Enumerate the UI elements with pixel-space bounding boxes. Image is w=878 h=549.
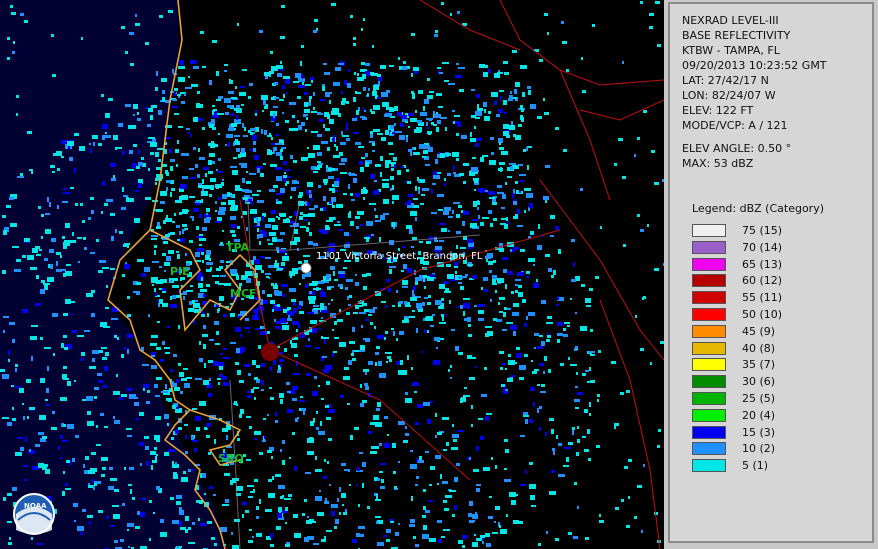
legend-label: 20 (4) — [742, 408, 776, 422]
elev-angle: ELEV ANGLE: 0.50 ° — [682, 142, 792, 155]
site-label-mcf: MCF — [230, 287, 257, 300]
legend-label: 10 (2) — [742, 442, 776, 456]
legend-swatch — [692, 392, 726, 405]
radar-map[interactable]: 1101 Victoria Street, Brandon, FL TPA PI… — [0, 0, 664, 549]
legend-swatch — [692, 341, 726, 355]
legend-swatch — [692, 459, 726, 473]
scan-datetime: 09/20/2013 10:23:52 GMT — [682, 59, 827, 72]
legend-label: 25 (5) — [742, 392, 776, 405]
legend-swatch — [692, 224, 726, 237]
legend-swatch — [692, 375, 726, 389]
site-label-srq: SRQ — [218, 452, 244, 465]
legend-label: 75 (15) — [742, 224, 783, 237]
station-lon: LON: 82/24/07 W — [682, 89, 776, 102]
product-type: BASE REFLECTIVITY — [682, 29, 791, 42]
legend-label: 40 (8) — [742, 341, 776, 355]
legend-title: Legend: dBZ (Category) — [692, 202, 824, 215]
site-label-pie: PIE — [170, 265, 190, 278]
legend-swatch — [692, 240, 726, 254]
max-dbz: MAX: 53 dBZ — [682, 157, 754, 170]
legend-swatch — [692, 442, 726, 456]
legend-label: 60 (12) — [742, 274, 783, 288]
station-name: KTBW - TAMPA, FL — [682, 44, 780, 57]
legend-swatch — [692, 425, 726, 439]
legend-label: 45 (9) — [742, 324, 776, 338]
legend-swatch — [692, 274, 726, 288]
legend-swatch — [692, 257, 726, 271]
mode-vcp: MODE/VCP: A / 121 — [682, 119, 788, 132]
legend-label: 50 (10) — [742, 308, 783, 321]
address-label: 1101 Victoria Street, Brandon, FL — [316, 251, 483, 262]
legend-swatch — [692, 408, 726, 422]
legend-label: 70 (14) — [742, 240, 783, 254]
noaa-logo-text: NOAA — [24, 502, 47, 510]
radar-map-canvas: 1101 Victoria Street, Brandon, FL TPA PI… — [0, 0, 664, 549]
product-name: NEXRAD LEVEL-III — [682, 14, 779, 27]
legend-label: 5 (1) — [742, 459, 769, 473]
legend-swatch — [692, 358, 726, 372]
station-lat: LAT: 27/42/17 N — [682, 74, 769, 87]
legend-swatch — [692, 291, 726, 305]
legend-label: 55 (11) — [742, 291, 783, 305]
legend-label: 35 (7) — [742, 358, 776, 372]
radar-site-marker — [261, 343, 279, 361]
legend-label: 65 (13) — [742, 257, 783, 271]
info-panel: NEXRAD LEVEL-III BASE REFLECTIVITY KTBW … — [668, 2, 874, 543]
legend-swatch — [692, 308, 726, 321]
legend-swatch — [692, 324, 726, 338]
station-elev: ELEV: 122 FT — [682, 104, 754, 117]
noaa-logo: NOAA — [13, 493, 55, 535]
legend-label: 30 (6) — [742, 375, 776, 389]
legend-label: 15 (3) — [742, 425, 776, 439]
site-label-tpa: TPA — [226, 241, 250, 254]
address-marker[interactable] — [300, 262, 312, 274]
